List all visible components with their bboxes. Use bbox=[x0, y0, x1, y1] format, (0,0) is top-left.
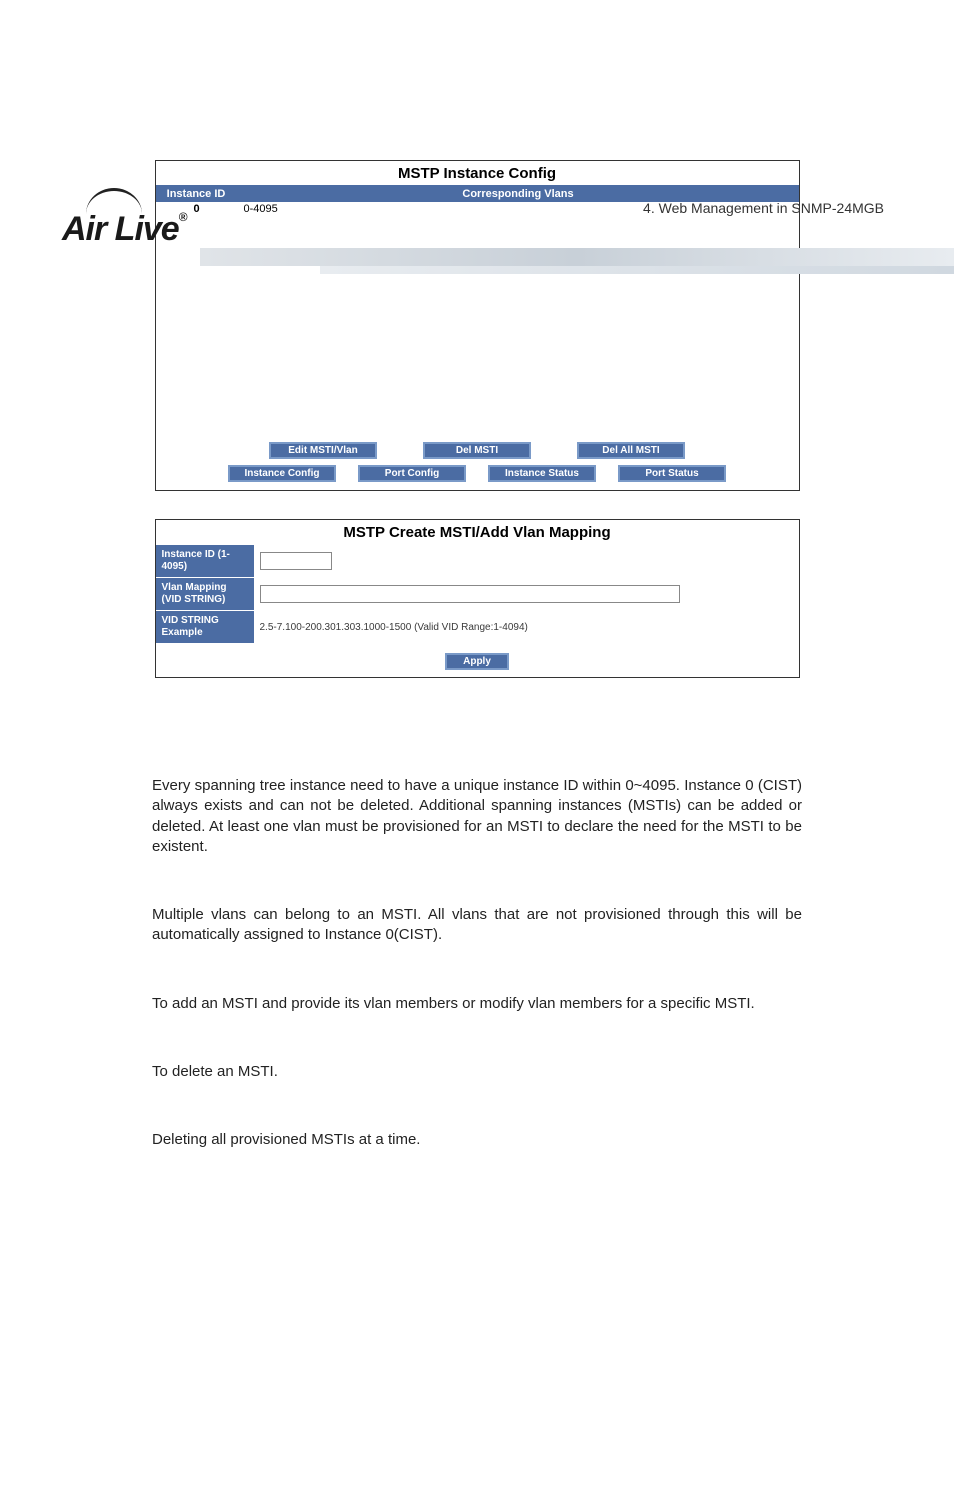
paragraph-4: To delete an MSTI. bbox=[152, 1062, 802, 1082]
registered-icon: ® bbox=[179, 210, 187, 224]
label-vlan-mapping: Vlan Mapping (VID STRING) bbox=[156, 578, 254, 610]
panel-title: MSTP Create MSTI/Add Vlan Mapping bbox=[156, 520, 799, 544]
button-rows: Edit MSTI/Vlan Del MSTI Del All MSTI Ins… bbox=[156, 434, 799, 490]
header-gradient-2 bbox=[320, 266, 954, 274]
logo-label: Air Live bbox=[62, 210, 179, 248]
port-status-button[interactable]: Port Status bbox=[618, 465, 726, 482]
label-instance-id: Instance ID (1-4095) bbox=[156, 545, 254, 577]
header-gradient bbox=[200, 248, 954, 266]
logo: Air Live® bbox=[62, 188, 187, 249]
apply-button[interactable]: Apply bbox=[445, 653, 509, 670]
vlan-mapping-input[interactable] bbox=[260, 585, 680, 603]
edit-msti-vlan-button[interactable]: Edit MSTI/Vlan bbox=[269, 442, 377, 459]
form-row-example: VID STRING Example 2.5-7.100-200.301.303… bbox=[156, 610, 799, 643]
instance-status-button[interactable]: Instance Status bbox=[488, 465, 596, 482]
form-rows: Instance ID (1-4095) Vlan Mapping (VID S… bbox=[156, 544, 799, 643]
del-all-msti-button[interactable]: Del All MSTI bbox=[577, 442, 685, 459]
paragraph-2: Multiple vlans can belong to an MSTI. Al… bbox=[152, 905, 802, 946]
paragraph-3: To add an MSTI and provide its vlan memb… bbox=[152, 994, 802, 1014]
field-example-text: 2.5-7.100-200.301.303.1000-1500 (Valid V… bbox=[254, 611, 799, 643]
del-msti-button[interactable]: Del MSTI bbox=[423, 442, 531, 459]
paragraph-1: Every spanning tree instance need to hav… bbox=[152, 776, 802, 857]
panel-title: MSTP Instance Config bbox=[156, 161, 799, 185]
apply-row: Apply bbox=[156, 643, 799, 677]
form-row-instance: Instance ID (1-4095) bbox=[156, 544, 799, 577]
port-config-button[interactable]: Port Config bbox=[358, 465, 466, 482]
field-vlan-mapping bbox=[254, 578, 799, 610]
button-row-1: Edit MSTI/Vlan Del MSTI Del All MSTI bbox=[156, 442, 799, 459]
instance-config-button[interactable]: Instance Config bbox=[228, 465, 336, 482]
button-row-2: Instance Config Port Config Instance Sta… bbox=[156, 465, 799, 482]
mstp-create-msti-panel: MSTP Create MSTI/Add Vlan Mapping Instan… bbox=[155, 519, 800, 678]
form-row-vlan-mapping: Vlan Mapping (VID STRING) bbox=[156, 577, 799, 610]
label-vid-string-example: VID STRING Example bbox=[156, 611, 254, 643]
field-instance-id bbox=[254, 545, 799, 577]
instance-id-input[interactable] bbox=[260, 552, 332, 570]
chapter-label: 4. Web Management in SNMP-24MGB bbox=[643, 200, 884, 216]
paragraph-5: Deleting all provisioned MSTIs at a time… bbox=[152, 1130, 802, 1150]
logo-text: Air Live® bbox=[62, 210, 187, 249]
